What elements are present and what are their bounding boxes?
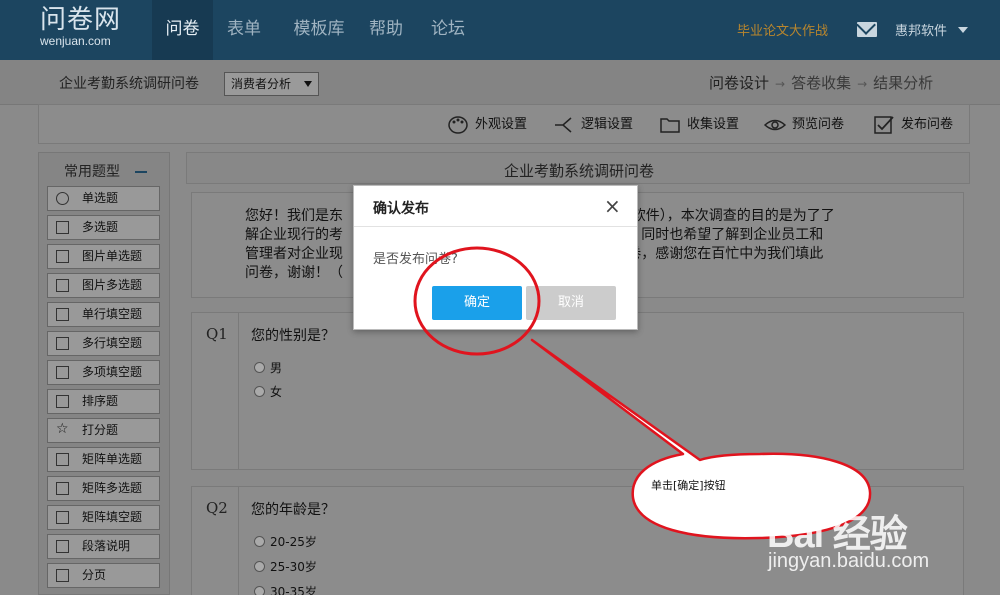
checkbox-publish-icon [874, 115, 894, 134]
appearance-settings-label: 外观设置 [475, 117, 528, 132]
step-collect[interactable]: 答卷收集 [791, 74, 851, 92]
survey-title-bar[interactable]: 企业考勤系统调研问卷 [186, 152, 970, 184]
option-radio[interactable]: 男 [254, 359, 282, 376]
image-icon [56, 279, 69, 292]
nav-item-survey[interactable]: 问卷 [152, 0, 213, 60]
chevron-down-icon[interactable] [958, 27, 968, 33]
preview-survey-button[interactable]: 预览问卷 [764, 112, 844, 138]
baidu-watermark-url: jingyan.baidu.com [768, 550, 930, 572]
option-radio[interactable]: 女 [254, 383, 282, 400]
matrix-icon [56, 482, 69, 495]
qtype-matrix-single[interactable]: 矩阵单选题 [47, 447, 160, 472]
radio-icon [56, 192, 69, 205]
logo[interactable]: 问卷网 wenjuan.com [40, 6, 121, 48]
radio-icon [254, 536, 265, 547]
image-icon [56, 250, 69, 263]
appearance-settings-button[interactable]: 外观设置 [447, 112, 527, 138]
qtype-rating[interactable]: ☆ 打分题 [47, 418, 160, 443]
confirm-publish-dialog: 确认发布 × 是否发布问卷? 确定 取消 [353, 185, 638, 330]
qtype-matrix-multi[interactable]: 矩阵多选题 [47, 476, 160, 501]
text-field-icon [56, 308, 69, 321]
publish-survey-label: 发布问卷 [901, 117, 954, 132]
qtype-image-multi[interactable]: 图片多选题 [47, 273, 160, 298]
callout-text: 单击[确定]按钮 [651, 479, 726, 492]
checkbox-icon [56, 221, 69, 234]
close-icon[interactable]: × [604, 196, 621, 216]
multi-fill-icon [56, 366, 69, 379]
qtype-page-break[interactable]: 分页 [47, 563, 160, 588]
qtype-single-choice[interactable]: 单选题 [47, 186, 160, 211]
survey-header: 企业考勤系统调研问卷 消费者分析 问卷设计 → 答卷收集 → 结果分析 [0, 60, 1000, 105]
nav-item-form[interactable]: 表单 [217, 0, 271, 60]
question-title: 您的年龄是？ [251, 502, 335, 518]
logo-domain: wenjuan.com [40, 34, 111, 48]
step-design[interactable]: 问卷设计 [709, 74, 769, 92]
collapse-icon[interactable] [135, 171, 147, 173]
question-number: Q1 [206, 325, 228, 343]
qtype-multi-fill[interactable]: 多项填空题 [47, 360, 160, 385]
info-icon [56, 540, 69, 553]
matrix-icon [56, 453, 69, 466]
analysis-select[interactable]: 消费者分析 [224, 72, 319, 96]
arrow-right-icon: → [857, 77, 868, 91]
qtype-matrix-fill[interactable]: 矩阵填空题 [47, 505, 160, 530]
design-toolbar: 外观设置 逻辑设置 收集设置 预览问卷 发布问卷 [38, 104, 970, 144]
qtype-image-single[interactable]: 图片单选题 [47, 244, 160, 269]
panel-title: 常用题型 [64, 164, 120, 180]
qtype-ranking[interactable]: 排序题 [47, 389, 160, 414]
confirm-button[interactable]: 确定 [432, 286, 522, 320]
star-icon: ☆ [56, 421, 69, 437]
option-radio[interactable]: 20-25岁 [254, 533, 317, 550]
survey-main-title: 企业考勤系统调研问卷 [503, 162, 654, 180]
top-nav: 问卷网 wenjuan.com 问卷 表单 模板库 帮助 论坛 毕业论文大作战 … [0, 0, 1000, 60]
cancel-button[interactable]: 取消 [526, 286, 616, 320]
textarea-icon [56, 337, 69, 350]
folder-icon [660, 117, 680, 133]
radio-icon [254, 561, 265, 572]
qtype-multi-line-text[interactable]: 多行填空题 [47, 331, 160, 356]
analysis-select-value: 消费者分析 [231, 77, 292, 91]
sort-icon [56, 395, 69, 408]
divider [354, 226, 637, 227]
preview-survey-label: 预览问卷 [792, 117, 845, 132]
step-breadcrumb: 问卷设计 → 答卷收集 → 结果分析 [707, 72, 935, 93]
divider [238, 313, 239, 469]
option-radio[interactable]: 25-30岁 [254, 558, 317, 575]
collect-settings-label: 收集设置 [687, 117, 740, 132]
option-radio[interactable]: 30-35岁 [254, 583, 317, 595]
nav-item-help[interactable]: 帮助 [362, 0, 410, 60]
question-card[interactable]: Q1 您的性别是？ 男 女 [191, 312, 964, 470]
publish-survey-button[interactable]: 发布问卷 [873, 112, 953, 138]
mail-icon[interactable] [857, 22, 877, 37]
qtype-paragraph[interactable]: 段落说明 [47, 534, 160, 559]
arrow-right-icon: → [775, 77, 786, 91]
select-caret-icon [304, 81, 312, 87]
matrix-icon [56, 511, 69, 524]
nav-item-templates[interactable]: 模板库 [282, 0, 356, 60]
radio-icon [254, 586, 265, 595]
collect-settings-button[interactable]: 收集设置 [659, 112, 739, 138]
radio-icon [254, 362, 265, 373]
question-number: Q2 [206, 499, 228, 517]
question-title: 您的性别是？ [251, 328, 335, 344]
logo-text: 问卷网 [40, 5, 122, 35]
user-menu[interactable]: 惠邦软件 [895, 20, 947, 39]
question-type-panel: 常用题型 单选题 多选题 图片单选题 图片多选题 单行填空题 多行填空题 多项填… [38, 152, 170, 595]
qtype-multi-choice[interactable]: 多选题 [47, 215, 160, 240]
dialog-title: 确认发布 [373, 201, 429, 217]
divider [238, 487, 239, 595]
eye-icon [764, 119, 786, 130]
logic-settings-label: 逻辑设置 [581, 117, 634, 132]
step-analysis[interactable]: 结果分析 [873, 74, 933, 92]
nav-item-forum[interactable]: 论坛 [424, 0, 472, 60]
dialog-message: 是否发布问卷? [373, 252, 458, 267]
logic-branch-icon [555, 116, 572, 133]
qtype-single-line-text[interactable]: 单行填空题 [47, 302, 160, 327]
survey-title: 企业考勤系统调研问卷 [59, 76, 199, 92]
promo-link[interactable]: 毕业论文大作战 [737, 20, 828, 39]
page-icon [56, 569, 69, 582]
radio-icon [254, 386, 265, 397]
palette-icon [448, 115, 468, 134]
logic-settings-button[interactable]: 逻辑设置 [553, 112, 633, 138]
